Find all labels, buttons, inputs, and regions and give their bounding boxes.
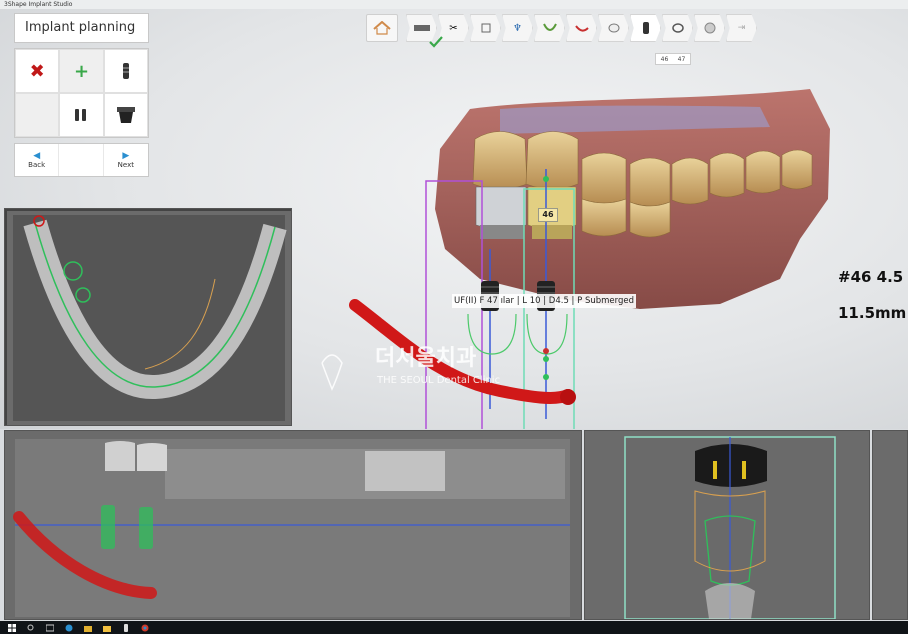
- taskbar: [0, 621, 908, 634]
- guide-icon: [704, 22, 715, 34]
- axial-slice: [5, 209, 291, 425]
- tooth-icon: [608, 23, 619, 33]
- step-nerve[interactable]: [566, 14, 597, 42]
- windows-start-icon[interactable]: [8, 623, 16, 632]
- edge-icon[interactable]: [65, 624, 73, 632]
- step-arch[interactable]: [534, 14, 565, 42]
- back-button[interactable]: ◀ Back: [15, 144, 60, 176]
- abutment-icon: [116, 107, 135, 123]
- window-title: 3Shape Implant Studio: [0, 0, 908, 9]
- empty-tool-slot: [15, 93, 60, 137]
- add-icon: +: [73, 60, 90, 82]
- step-implant[interactable]: [630, 14, 661, 42]
- step-guide[interactable]: [694, 14, 725, 42]
- panoramic-ct-view[interactable]: [4, 430, 582, 620]
- arch-icon: [542, 23, 557, 31]
- arrow-right-icon: ▶: [122, 150, 130, 161]
- scan-icon: [413, 25, 430, 31]
- workflow-bar: ✂ ♆ ⇥: [406, 14, 758, 42]
- finish-icon: ⇥: [737, 23, 746, 33]
- multi-implant-button[interactable]: [59, 93, 104, 137]
- task-view-icon[interactable]: [46, 624, 54, 632]
- watermark-english: THE SEOUL Dental Clinic: [377, 375, 501, 386]
- nav-panel: ◀ Back ▶ Next: [14, 143, 149, 177]
- delete-implant-button[interactable]: ✖: [15, 49, 60, 93]
- nav-spacer: [59, 144, 104, 176]
- implant-size-label: #46 4.5: [838, 268, 904, 286]
- home-button[interactable]: [366, 14, 398, 42]
- step-tooth[interactable]: [598, 14, 629, 42]
- tooth-number-label: 46: [538, 208, 558, 222]
- crown-icon: ♆: [513, 22, 522, 34]
- step-sleeve[interactable]: [662, 14, 693, 42]
- panoramic-slice: [13, 439, 570, 617]
- home-icon: [373, 21, 391, 35]
- abutment-button[interactable]: [103, 93, 148, 137]
- check-icon: [429, 36, 443, 48]
- next-label: Next: [117, 160, 134, 169]
- step-model[interactable]: [470, 14, 501, 42]
- select-implant-button[interactable]: [103, 49, 148, 93]
- tooltip-tooth-46: 46: [660, 55, 669, 63]
- back-label: Back: [28, 160, 46, 169]
- chrome-icon[interactable]: [141, 624, 149, 632]
- step-finish[interactable]: ⇥: [726, 14, 757, 42]
- arrow-left-icon: ◀: [33, 150, 41, 161]
- model-icon: [481, 23, 490, 33]
- add-implant-button[interactable]: +: [59, 49, 104, 93]
- implant-icon: [122, 63, 129, 79]
- multi-implant-icon: [75, 109, 87, 121]
- implant-info-label: UF(II) F 47 ılar | L 10 | D4.5 | P Subme…: [452, 294, 636, 308]
- implant-length-label: 11.5mm: [838, 304, 907, 322]
- tooltip-tooth-47: 47: [677, 55, 686, 63]
- cross-section-ct-view[interactable]: [584, 430, 870, 620]
- panel-title: Implant planning: [14, 13, 149, 43]
- tool-grid: ✖ +: [14, 48, 149, 138]
- explorer-icon[interactable]: [84, 624, 92, 632]
- cross-section-ct-view-2[interactable]: [872, 430, 908, 620]
- cross-section-slice: [624, 436, 836, 619]
- step-crown[interactable]: ♆: [502, 14, 533, 42]
- search-icon[interactable]: [27, 624, 35, 632]
- sleeve-icon: [671, 23, 684, 33]
- tools-icon: ✂: [449, 22, 458, 34]
- delete-icon: ✖: [29, 60, 45, 82]
- axial-ct-view[interactable]: [4, 208, 292, 426]
- next-button[interactable]: ▶ Next: [104, 144, 148, 176]
- folder-icon[interactable]: [103, 624, 111, 632]
- nerve-icon: [574, 25, 589, 32]
- step-tooltip: 46 47: [655, 53, 691, 65]
- watermark-korean: 더서울치과: [375, 346, 477, 371]
- implant-studio-icon[interactable]: [122, 623, 130, 632]
- implant-icon: [642, 22, 649, 34]
